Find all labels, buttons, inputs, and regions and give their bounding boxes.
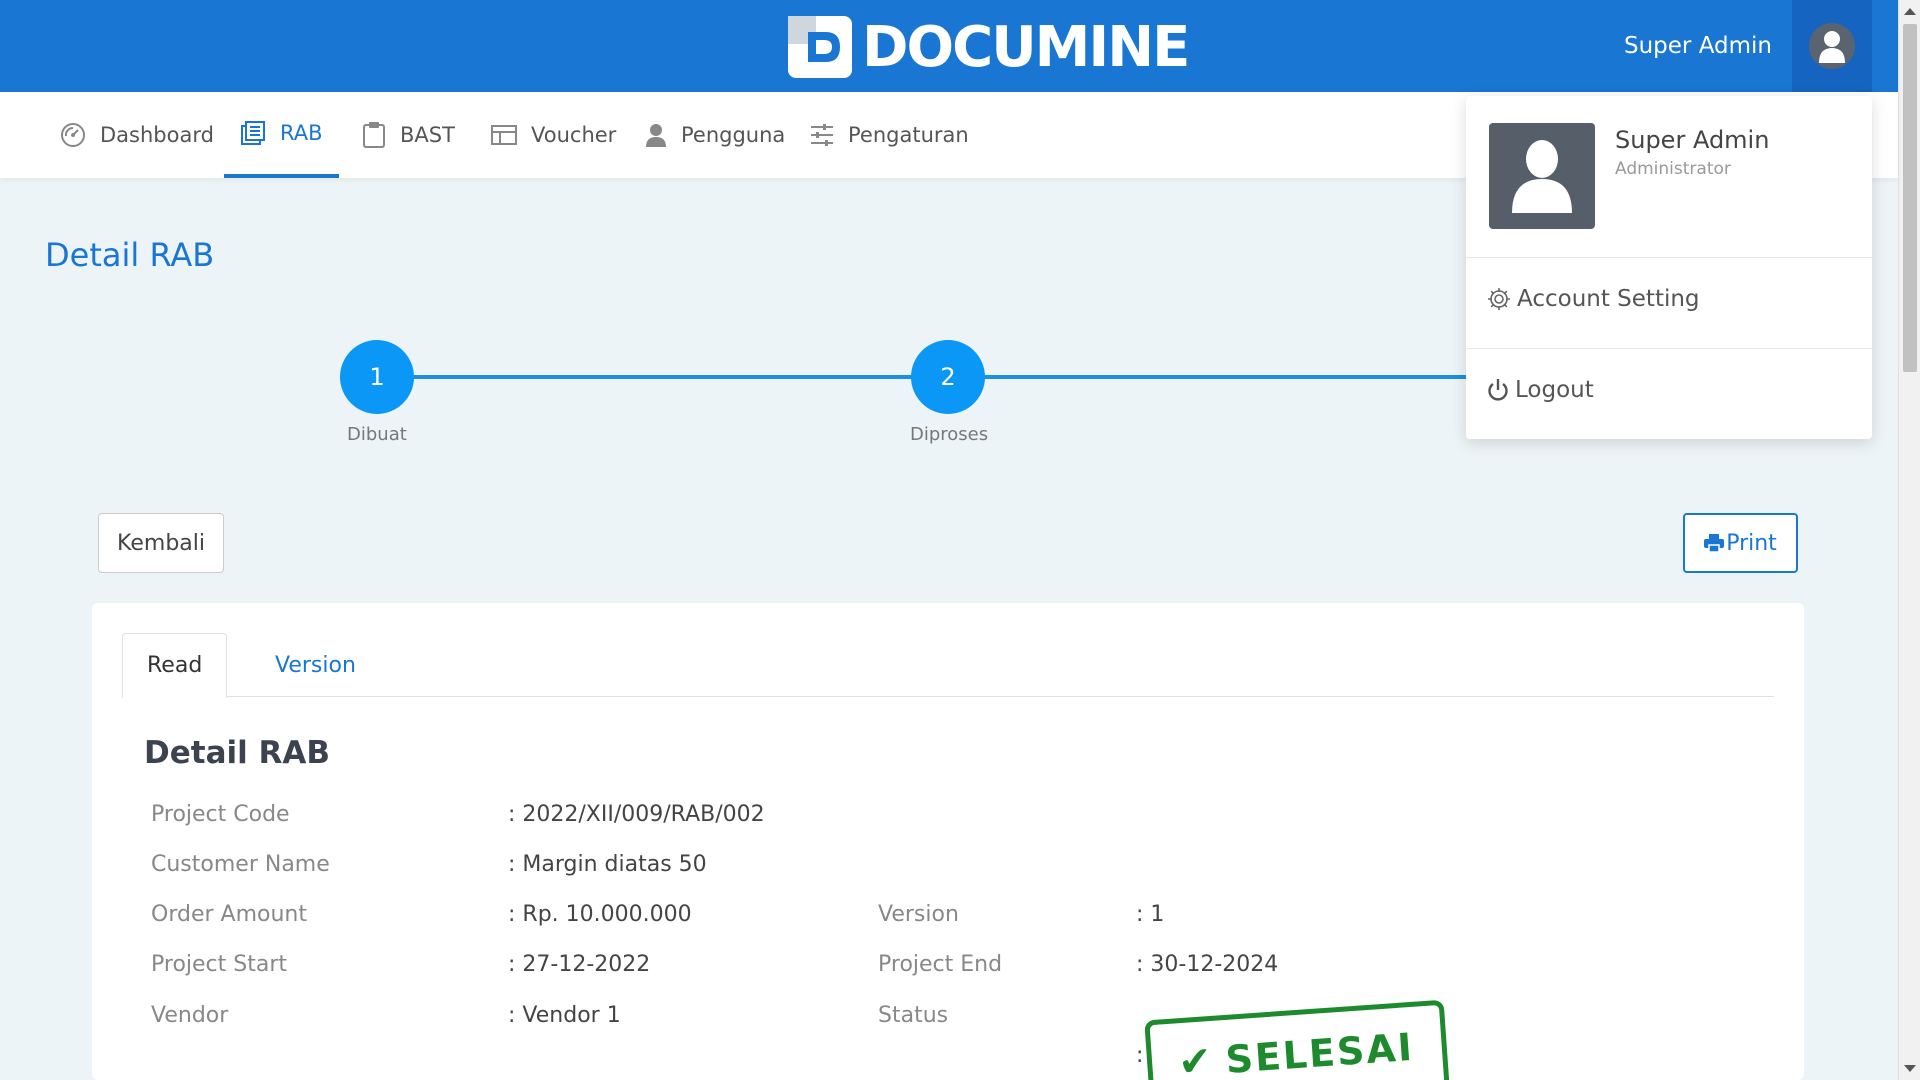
dashboard-gauge-icon — [61, 123, 85, 147]
print-button[interactable]: Print — [1683, 513, 1798, 573]
sliders-icon — [811, 124, 833, 146]
vertical-scrollbar[interactable] — [1898, 0, 1920, 1080]
print-label: Print — [1726, 530, 1777, 556]
header-user-name[interactable]: Super Admin — [1624, 0, 1772, 92]
voucher-icon — [491, 125, 517, 145]
dropdown-avatar — [1489, 123, 1595, 229]
nav-item-bast[interactable]: BAST — [362, 92, 455, 178]
status-stamp-text: SELESAI — [1224, 1024, 1416, 1080]
nav-label-voucher: Voucher — [531, 123, 617, 147]
tab-bar: Read Version — [122, 633, 1774, 698]
page-title: Detail RAB — [45, 236, 215, 274]
power-icon — [1488, 379, 1508, 401]
value-project-start: : 27-12-2022 — [508, 952, 651, 977]
document-list-icon — [241, 121, 265, 145]
nav-item-voucher[interactable]: Voucher — [491, 92, 616, 178]
nav-item-dashboard[interactable]: Dashboard — [60, 92, 214, 178]
scroll-up-arrow-icon[interactable] — [1904, 8, 1916, 15]
logout-item[interactable]: Logout — [1487, 377, 1594, 403]
step-1-label: Dibuat — [347, 424, 407, 445]
detail-card: Read Version Detail RAB Project Code : 2… — [92, 603, 1804, 1080]
user-silhouette-icon — [1512, 140, 1572, 213]
gear-icon — [1488, 288, 1510, 310]
documine-logo-icon — [788, 16, 852, 78]
value-status-colon: : — [1136, 1043, 1144, 1068]
value-version: : 1 — [1136, 902, 1165, 927]
dropdown-user-role: Administrator — [1615, 159, 1731, 179]
dropdown-user-name: Super Admin — [1615, 126, 1770, 154]
label-order-amount: Order Amount — [151, 902, 307, 927]
nav-label-pengaturan: Pengaturan — [848, 123, 969, 147]
section-title: Detail RAB — [144, 735, 331, 771]
user-avatar-button[interactable] — [1792, 0, 1872, 92]
stepper-line — [948, 375, 1468, 379]
label-project-code: Project Code — [151, 802, 290, 827]
tab-read[interactable]: Read — [122, 633, 228, 698]
scroll-down-arrow-icon[interactable] — [1904, 1065, 1916, 1072]
label-project-end: Project End — [878, 952, 1003, 977]
brand[interactable]: DOCUMINE — [786, 14, 1190, 80]
clipboard-icon — [363, 122, 385, 148]
label-project-start: Project Start — [151, 952, 288, 977]
back-button[interactable]: Kembali — [98, 513, 224, 573]
nav-label-pengguna: Pengguna — [681, 123, 786, 147]
value-project-end: : 30-12-2024 — [1136, 952, 1279, 977]
dropdown-divider — [1466, 348, 1872, 349]
value-order-amount: : Rp. 10.000.000 — [508, 902, 692, 927]
value-vendor: : Vendor 1 — [508, 1003, 621, 1028]
logout-label: Logout — [1515, 377, 1594, 403]
brand-name: DOCUMINE — [862, 14, 1190, 80]
step-1-circle: 1 — [340, 340, 414, 414]
step-2-label: Diproses — [910, 424, 989, 445]
nav-item-pengguna[interactable]: Pengguna — [645, 92, 785, 178]
checkmark-icon: ✔ — [1176, 1037, 1216, 1080]
nav-label-bast: BAST — [400, 123, 455, 147]
top-header: DOCUMINE Super Admin — [0, 0, 1898, 92]
printer-icon — [1704, 534, 1725, 552]
label-vendor: Vendor — [151, 1003, 229, 1028]
tab-version[interactable]: Version — [251, 633, 380, 697]
label-status: Status — [878, 1003, 949, 1028]
avatar — [1809, 23, 1855, 69]
step-2-circle: 2 — [911, 340, 985, 414]
value-customer-name: : Margin diatas 50 — [508, 852, 707, 877]
account-setting-label: Account Setting — [1517, 286, 1700, 312]
stepper-line — [377, 375, 913, 379]
user-silhouette-icon — [1819, 31, 1845, 63]
label-customer-name: Customer Name — [151, 852, 330, 877]
account-setting-item[interactable]: Account Setting — [1487, 286, 1700, 312]
nav-label-rab: RAB — [280, 121, 323, 145]
label-version: Version — [878, 902, 959, 927]
value-project-code: : 2022/XII/009/RAB/002 — [508, 802, 765, 827]
nav-item-rab[interactable]: RAB — [224, 92, 339, 178]
user-dropdown-menu: Super Admin Administrator Account Settin… — [1466, 96, 1872, 439]
nav-label-dashboard: Dashboard — [100, 123, 214, 147]
dropdown-divider — [1466, 257, 1872, 258]
scrollbar-thumb[interactable] — [1903, 24, 1917, 372]
nav-item-pengaturan[interactable]: Pengaturan — [810, 92, 969, 178]
user-icon — [646, 124, 666, 147]
